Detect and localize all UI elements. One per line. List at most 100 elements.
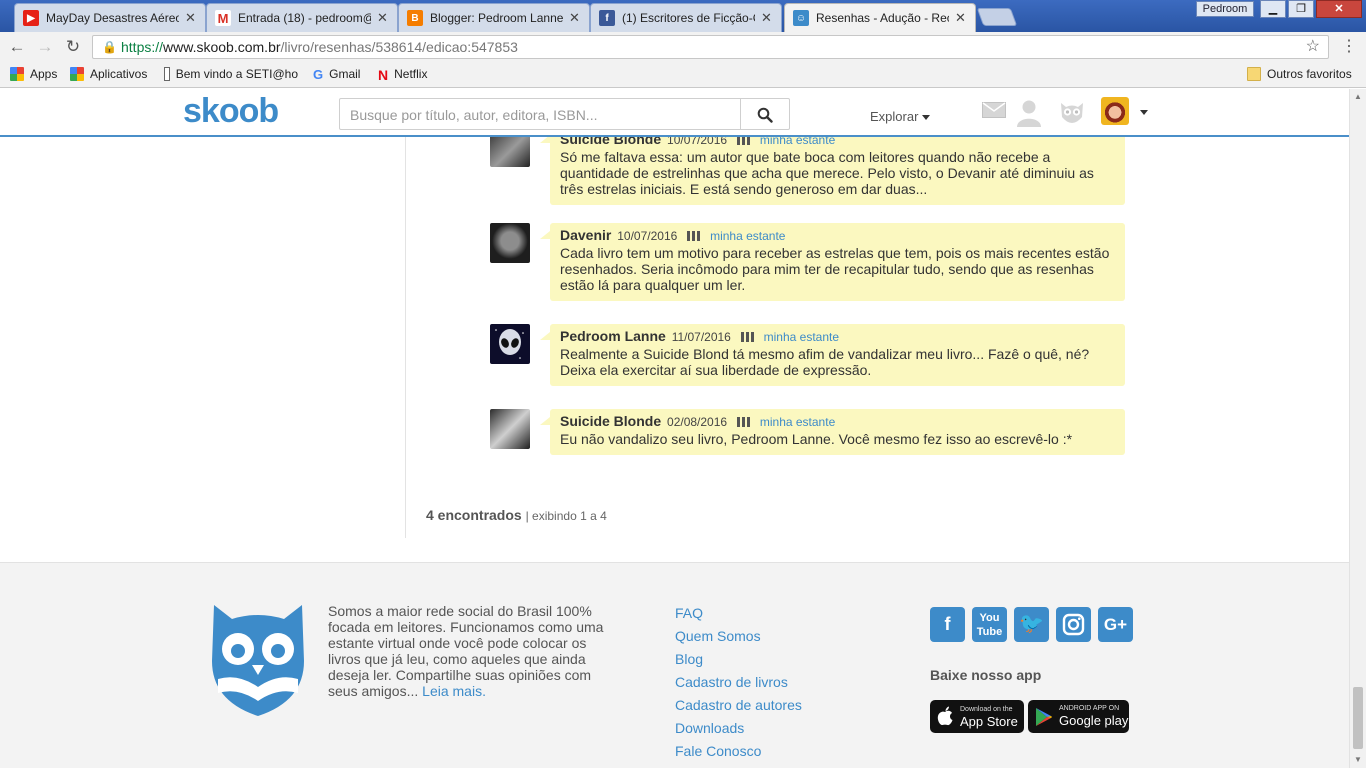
shelf-link[interactable]: minha estante <box>764 330 839 344</box>
commenter-avatar[interactable] <box>490 223 530 263</box>
bookmark-star-icon[interactable]: ☆ <box>1306 36 1320 58</box>
comment-bubble: Davenir 10/07/2016 minha estante Cada li… <box>540 223 1125 301</box>
google-play-icon <box>1036 708 1052 726</box>
scroll-up-icon[interactable]: ▲ <box>1350 89 1366 105</box>
scroll-down-icon[interactable]: ▼ <box>1350 752 1366 768</box>
scrollbar-thumb[interactable] <box>1353 687 1363 749</box>
shelf-link[interactable]: minha estante <box>760 415 835 429</box>
bookmark-apps[interactable]: Apps <box>10 67 57 81</box>
footer-link-fale-conosco[interactable]: Fale Conosco <box>675 743 802 766</box>
browser-menu-icon[interactable]: ⋮ <box>1341 36 1357 58</box>
url-path: /livro/resenhas/538614/edicao:547853 <box>280 39 518 55</box>
browser-tab-2[interactable]: M Entrada (18) - pedroom@ ✕ <box>206 3 398 32</box>
tab-close-icon[interactable]: ✕ <box>761 10 773 26</box>
bookmark-other-folder[interactable]: Outros favoritos <box>1247 67 1352 81</box>
browser-tab-4[interactable]: f (1) Escritores de Ficção-C ✕ <box>590 3 782 32</box>
comment-date: 02/08/2016 <box>667 415 728 429</box>
google-icon: G <box>313 67 324 82</box>
comment-bubble: Pedroom Lanne 11/07/2016 minha estante R… <box>540 324 1125 386</box>
footer-link-quem-somos[interactable]: Quem Somos <box>675 628 802 651</box>
bookmark-label: Gmail <box>329 67 361 81</box>
site-footer: Somos a maior rede social do Brasil 100%… <box>0 562 1349 768</box>
bookmark-seti[interactable]: Bem vindo a SETI@ho <box>164 67 298 81</box>
footer-link-cadastro-autores[interactable]: Cadastro de autores <box>675 697 802 720</box>
tab-title: (1) Escritores de Ficção-C <box>622 11 755 25</box>
youtube-icon[interactable]: You Tube <box>972 607 1007 642</box>
results-range-label: | exibindo 1 a 4 <box>525 509 607 523</box>
address-bar[interactable]: 🔒 https://www.skoob.com.br/livro/resenha… <box>92 35 1329 59</box>
tab-title: MayDay Desastres Aéreo <box>46 11 179 25</box>
bookmark-netflix[interactable]: N Netflix <box>378 67 427 83</box>
browser-tab-1[interactable]: ▶ MayDay Desastres Aéreo ✕ <box>14 3 206 32</box>
chevron-down-icon <box>922 115 931 121</box>
apple-icon <box>937 706 953 726</box>
app-store-button[interactable]: Download on the App Store <box>930 700 1024 733</box>
footer-links: FAQ Quem Somos Blog Cadastro de livros C… <box>675 605 802 766</box>
envelope-icon[interactable] <box>982 102 1006 118</box>
page-icon <box>164 67 170 81</box>
footer-link-blog[interactable]: Blog <box>675 651 802 674</box>
forward-button[interactable]: → <box>34 36 56 58</box>
back-button[interactable]: ← <box>6 36 28 58</box>
explore-menu[interactable]: Explorar <box>870 109 931 124</box>
user-avatar[interactable] <box>1101 97 1129 125</box>
results-count: 4 encontrados | exibindo 1 a 4 <box>426 507 607 523</box>
comment-text: Eu não vandalizo seu livro, Pedroom Lann… <box>560 431 1073 447</box>
comment-author[interactable]: Pedroom Lanne <box>560 328 666 344</box>
url-domain: www.skoob.com.br <box>163 39 281 55</box>
maximize-button[interactable]: ❐ <box>1288 0 1314 18</box>
user-icon[interactable] <box>1015 99 1043 127</box>
new-tab-button[interactable] <box>976 8 1018 26</box>
tab-close-icon[interactable]: ✕ <box>377 10 389 26</box>
netflix-icon: N <box>378 67 389 83</box>
comment-text: Só me faltava essa: um autor que bate bo… <box>560 149 1094 197</box>
vertical-scrollbar[interactable]: ▲ ▼ <box>1349 89 1366 768</box>
search-input[interactable]: Busque por título, autor, editora, ISBN.… <box>350 107 597 123</box>
minimize-button[interactable]: ▁ <box>1260 0 1286 18</box>
comment-author[interactable]: Davenir <box>560 227 611 243</box>
google-play-button[interactable]: ANDROID APP ON Google play <box>1028 700 1129 733</box>
tab-close-icon[interactable]: ✕ <box>569 10 581 26</box>
url-scheme: https:// <box>121 39 164 55</box>
tab-title: Blogger: Pedroom Lanne <box>430 11 563 25</box>
search-box[interactable]: Busque por título, autor, editora, ISBN.… <box>339 98 790 130</box>
bookmark-aplicativos[interactable]: Aplicativos <box>70 67 147 81</box>
chevron-down-icon[interactable] <box>1140 110 1148 115</box>
footer-link-faq[interactable]: FAQ <box>675 605 802 628</box>
youtube-favicon-icon: ▶ <box>23 10 39 26</box>
tab-title: Resenhas - Adução - Rec <box>816 11 949 25</box>
google-play-label: Google play <box>1059 713 1129 728</box>
twitter-icon[interactable]: 🐦 <box>1014 607 1049 642</box>
lock-icon: 🔒 <box>102 40 117 54</box>
comment-author[interactable]: Suicide Blonde <box>560 413 661 429</box>
shelf-link[interactable]: minha estante <box>710 229 785 243</box>
tab-close-icon[interactable]: ✕ <box>955 10 967 26</box>
bookmark-gmail[interactable]: G Gmail <box>313 67 361 82</box>
bookshelf-icon <box>687 231 701 241</box>
skoob-favicon-icon: ☺ <box>793 10 809 26</box>
reload-button[interactable]: ↻ <box>62 36 84 58</box>
commenter-avatar[interactable] <box>490 324 530 364</box>
tab-close-icon[interactable]: ✕ <box>185 10 197 26</box>
footer-about: Somos a maior rede social do Brasil 100%… <box>328 603 618 699</box>
browser-tab-5-active[interactable]: ☺ Resenhas - Adução - Rec ✕ <box>784 3 976 32</box>
search-button[interactable] <box>740 99 789 129</box>
folder-icon <box>1247 67 1261 81</box>
google-plus-icon[interactable]: G+ <box>1098 607 1133 642</box>
browser-tab-3[interactable]: B Blogger: Pedroom Lanne ✕ <box>398 3 590 32</box>
bookmark-label: Bem vindo a SETI@ho <box>175 67 298 81</box>
app-store-label: App Store <box>960 714 1018 729</box>
blogger-favicon-icon: B <box>407 10 423 26</box>
close-window-button[interactable]: ✕ <box>1316 0 1362 18</box>
commenter-avatar[interactable] <box>490 409 530 449</box>
facebook-icon[interactable]: f <box>930 607 965 642</box>
footer-link-downloads[interactable]: Downloads <box>675 720 802 743</box>
comment-date: 11/07/2016 <box>671 330 731 344</box>
owl-notification-icon[interactable] <box>1058 99 1086 127</box>
browser-tab-strip: ▶ MayDay Desastres Aéreo ✕ M Entrada (18… <box>0 0 1366 32</box>
instagram-icon[interactable] <box>1056 607 1091 642</box>
profile-badge[interactable]: Pedroom <box>1196 1 1254 17</box>
read-more-link[interactable]: Leia mais. <box>422 683 486 699</box>
footer-link-cadastro-livros[interactable]: Cadastro de livros <box>675 674 802 697</box>
skoob-logo[interactable]: skoob <box>183 92 279 131</box>
